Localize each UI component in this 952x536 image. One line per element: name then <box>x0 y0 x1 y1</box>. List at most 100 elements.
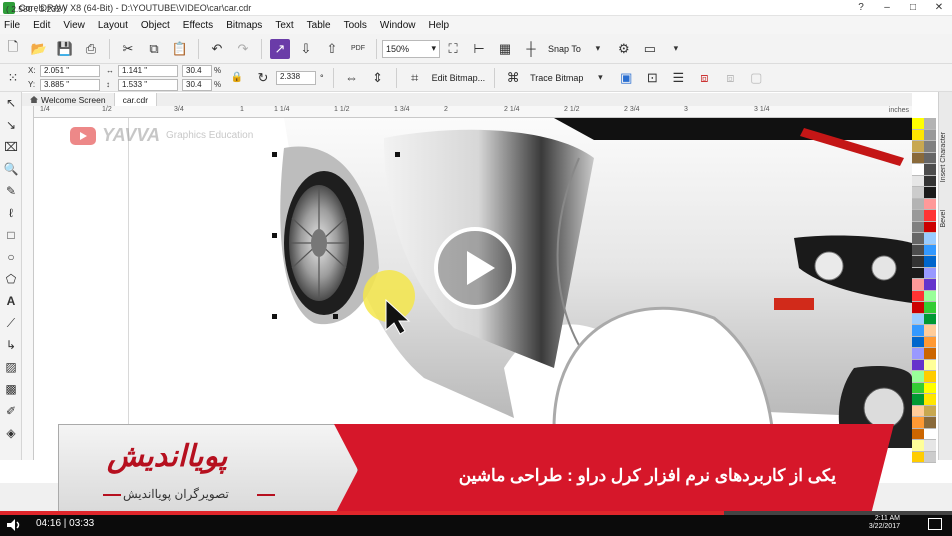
tab-car-document[interactable]: car.cdr <box>114 93 158 106</box>
export-icon[interactable]: ⇧ <box>322 39 342 59</box>
color-swatch[interactable] <box>912 417 924 429</box>
menu-object[interactable]: Object <box>141 20 170 31</box>
color-swatch[interactable] <box>924 175 936 187</box>
color-swatch[interactable] <box>924 210 936 222</box>
color-swatch[interactable] <box>924 267 936 279</box>
redo-icon[interactable]: ↷ <box>233 39 253 59</box>
color-swatch[interactable] <box>924 129 936 141</box>
color-swatch[interactable] <box>912 394 924 406</box>
menu-text[interactable]: Text <box>275 20 293 31</box>
color-swatch[interactable] <box>924 417 936 429</box>
color-swatch[interactable] <box>912 129 924 141</box>
color-swatch[interactable] <box>924 198 936 210</box>
text-wrap-icon[interactable]: ☰ <box>668 68 688 88</box>
show-guidelines-icon[interactable]: ┼ <box>521 39 541 59</box>
color-swatch[interactable] <box>912 359 924 371</box>
group-icon[interactable]: ⧈ <box>720 68 740 88</box>
options-gear-icon[interactable]: ⚙ <box>614 39 634 59</box>
color-swatch[interactable] <box>924 405 936 417</box>
application-launcher-icon[interactable]: ▭ <box>640 39 660 59</box>
color-swatch[interactable] <box>924 279 936 291</box>
color-swatch[interactable] <box>912 221 924 233</box>
ellipse-tool-icon[interactable]: ○ <box>0 246 22 268</box>
align-icon[interactable]: ⧈ <box>694 68 714 88</box>
mirror-horizontal-icon[interactable]: ⇔ <box>342 68 362 88</box>
color-swatch[interactable] <box>912 198 924 210</box>
menu-help[interactable]: Help <box>429 20 450 31</box>
color-swatch[interactable] <box>924 164 936 176</box>
maximize-button[interactable]: □ <box>900 0 926 16</box>
paste-icon[interactable]: 📋 <box>170 39 190 59</box>
scale-height-field[interactable]: 30.4 <box>182 78 212 91</box>
color-swatch[interactable] <box>912 210 924 222</box>
color-swatch[interactable] <box>924 152 936 164</box>
color-swatch[interactable] <box>924 359 936 371</box>
publish-pdf-icon[interactable]: PDF <box>348 39 368 59</box>
polygon-tool-icon[interactable]: ⬠ <box>0 268 22 290</box>
color-swatch[interactable] <box>912 233 924 245</box>
rectangle-tool-icon[interactable]: □ <box>0 224 22 246</box>
menu-bitmaps[interactable]: Bitmaps <box>226 20 262 31</box>
color-swatch[interactable] <box>912 175 924 187</box>
chevron-down-icon[interactable]: ▾ <box>666 39 686 59</box>
color-swatch[interactable] <box>912 141 924 153</box>
y-position-field[interactable]: 3.885 " <box>40 78 100 91</box>
color-swatch[interactable] <box>924 118 936 130</box>
color-swatch[interactable] <box>912 348 924 360</box>
color-swatch[interactable] <box>912 118 924 130</box>
color-swatch[interactable] <box>912 187 924 199</box>
color-swatch[interactable] <box>924 325 936 337</box>
color-swatch[interactable] <box>912 382 924 394</box>
pick-tool-icon[interactable]: ↖ <box>0 92 22 114</box>
edit-bitmap-button[interactable]: Edit Bitmap... <box>432 73 486 83</box>
open-folder-icon[interactable]: 📂 <box>29 39 49 59</box>
color-swatch[interactable] <box>912 313 924 325</box>
color-swatch[interactable] <box>924 451 936 463</box>
color-swatch[interactable] <box>912 451 924 463</box>
shape-tool-icon[interactable]: ↘ <box>0 114 22 136</box>
search-content-icon[interactable]: ↗ <box>270 38 290 59</box>
color-swatch[interactable] <box>912 302 924 314</box>
new-document-icon[interactable]: 🗋 <box>3 39 23 59</box>
x-position-field[interactable]: 2.051 " <box>40 64 100 77</box>
color-swatch[interactable] <box>924 244 936 256</box>
cut-icon[interactable]: ✂ <box>118 39 138 59</box>
rotation-angle-field[interactable]: 2.338 <box>276 70 316 85</box>
menu-edit[interactable]: Edit <box>33 20 50 31</box>
snap-to-dropdown[interactable]: Snap To <box>548 44 581 54</box>
save-icon[interactable]: 💾 <box>55 39 75 59</box>
parallel-dimension-icon[interactable]: ⟋ <box>0 312 22 334</box>
eyedropper-tool-icon[interactable]: ✐ <box>0 400 22 422</box>
video-progress-track[interactable] <box>0 511 952 515</box>
color-swatch[interactable] <box>924 428 936 440</box>
color-swatch[interactable] <box>912 440 924 452</box>
copy-icon[interactable]: ⧉ <box>144 39 164 59</box>
color-swatch[interactable] <box>912 267 924 279</box>
color-swatch[interactable] <box>924 233 936 245</box>
horizontal-ruler[interactable]: 1/4 1/2 3/4 1 1 1/4 1 1/2 1 3/4 2 2 1/4 … <box>34 106 912 118</box>
color-swatch[interactable] <box>924 394 936 406</box>
close-button[interactable]: ✕ <box>926 0 952 16</box>
menu-window[interactable]: Window <box>380 20 416 31</box>
color-swatch[interactable] <box>924 141 936 153</box>
scale-width-field[interactable]: 30.4 <box>182 64 212 77</box>
crop-tool-icon[interactable]: ⌧ <box>0 136 22 158</box>
color-swatch[interactable] <box>912 405 924 417</box>
chevron-down-icon[interactable]: ▾ <box>588 39 608 59</box>
color-swatch[interactable] <box>912 256 924 268</box>
show-rulers-icon[interactable]: ⊢ <box>469 39 489 59</box>
color-swatch[interactable] <box>924 440 936 452</box>
import-icon[interactable]: ⇩ <box>296 39 316 59</box>
color-swatch[interactable] <box>924 371 936 383</box>
crop-bitmap-icon[interactable]: ⊡ <box>642 68 662 88</box>
connector-tool-icon[interactable]: ↳ <box>0 334 22 356</box>
zoom-tool-icon[interactable]: 🔍 <box>0 158 22 180</box>
object-origin-icon[interactable]: ⁙ <box>3 68 23 88</box>
show-grid-icon[interactable]: ▦ <box>495 39 515 59</box>
full-screen-icon[interactable]: ⛶ <box>443 39 463 59</box>
lock-ratio-icon[interactable]: 🔒 <box>227 68 247 88</box>
zoom-level-select[interactable]: 150% ▾ <box>382 39 440 58</box>
color-swatch[interactable] <box>924 348 936 360</box>
mirror-vertical-icon[interactable]: ⇕ <box>368 68 388 88</box>
drop-shadow-tool-icon[interactable]: ▨ <box>0 356 22 378</box>
